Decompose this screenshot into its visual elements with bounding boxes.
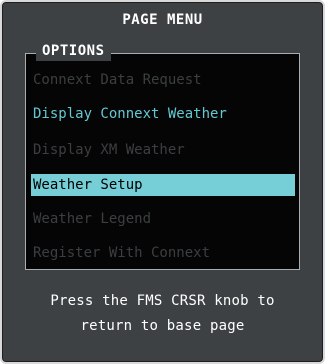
options-section-label: OPTIONS bbox=[36, 41, 111, 61]
menu-item-register-with-connext: Register With Connext bbox=[33, 245, 211, 261]
page-title: PAGE MENU bbox=[122, 12, 203, 28]
menu-item-weather-setup[interactable]: Weather Setup bbox=[31, 174, 295, 196]
instruction-line-1: Press the FMS CRSR knob to bbox=[50, 293, 275, 309]
menu-item-display-xm-weather: Display XM Weather bbox=[33, 142, 185, 158]
menu-item-weather-legend: Weather Legend bbox=[33, 211, 152, 227]
options-list: Connext Data Request Display Connext Wea… bbox=[25, 53, 300, 270]
menu-item-display-connext-weather[interactable]: Display Connext Weather bbox=[31, 103, 295, 125]
instruction-text: Press the FMS CRSR knob to return to bas… bbox=[2, 289, 323, 339]
menu-item-connext-data-request: Connext Data Request bbox=[33, 72, 202, 88]
page-menu-window: PAGE MENU Connext Data Request Display C… bbox=[0, 0, 325, 364]
instruction-line-2: return to base page bbox=[80, 318, 245, 334]
